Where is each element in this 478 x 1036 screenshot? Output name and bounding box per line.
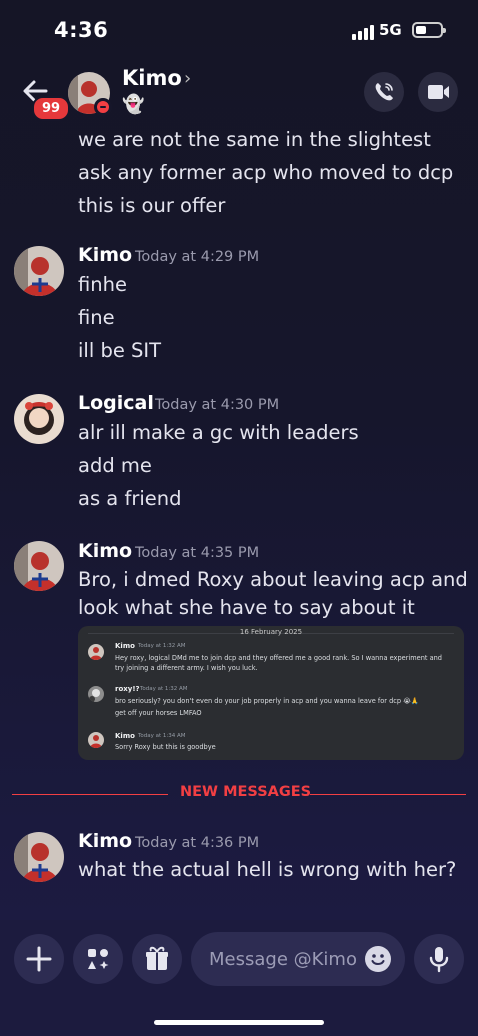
message-line: ill be SIT <box>78 339 162 362</box>
message-author[interactable]: Logical <box>78 392 154 414</box>
embed-timestamp: Today at 1:32 AM <box>140 686 188 692</box>
embed-timestamp: Today at 1:34 AM <box>138 733 186 739</box>
image-attachment[interactable]: 16 February 2025 Kimo Today at 1:32 AM H… <box>78 626 464 760</box>
home-indicator <box>154 1020 324 1025</box>
embed-line: try joining a different army. I wish you… <box>115 664 258 672</box>
embed-author: roxy!? <box>115 685 140 693</box>
chevron-right-icon[interactable]: › <box>184 68 191 89</box>
avatar[interactable] <box>14 246 64 296</box>
apps-icon <box>88 949 109 969</box>
message-timestamp: Today at 4:29 PM <box>135 249 260 265</box>
message-line: alr ill make a gc with leaders <box>78 421 359 444</box>
message-line: what the actual hell is wrong with her? <box>78 858 457 881</box>
new-messages-divider: NEW MESSAGES <box>0 784 478 804</box>
apps-button[interactable] <box>73 934 123 984</box>
avatar <box>88 686 104 702</box>
message-line: add me <box>78 454 152 477</box>
new-messages-label: NEW MESSAGES <box>180 784 312 800</box>
dnd-status-icon <box>94 98 112 116</box>
message-timestamp: Today at 4:30 PM <box>155 397 280 413</box>
message-line: look what she have to say about it <box>78 596 415 619</box>
embed-line: get off your horses LMFAO <box>115 709 202 717</box>
status-bar: 4:36 5G <box>0 0 478 62</box>
phone-icon <box>375 83 393 101</box>
attach-button[interactable] <box>14 934 64 984</box>
embed-date: 16 February 2025 <box>239 628 303 636</box>
embed-author: Kimo <box>115 732 135 740</box>
message-author[interactable]: Kimo <box>78 244 132 266</box>
message-author[interactable]: Kimo <box>78 830 132 852</box>
custom-status: 👻 <box>122 94 145 115</box>
video-call-button[interactable] <box>418 72 458 112</box>
microphone-icon <box>429 947 449 973</box>
avatar <box>88 644 104 660</box>
status-time: 4:36 <box>54 18 109 42</box>
message-line: Bro, i dmed Roxy about leaving acp and <box>78 568 468 591</box>
avatar[interactable] <box>14 394 64 444</box>
embed-line: bro seriously? you don't even do your jo… <box>115 697 420 705</box>
chat-header: 99 Kimo › 👻 <box>0 62 478 128</box>
signal-icon <box>352 24 374 40</box>
plus-icon <box>26 946 52 972</box>
emoji-icon[interactable] <box>365 946 391 972</box>
message-timestamp: Today at 4:36 PM <box>135 835 260 851</box>
message-line: this is our offer <box>78 194 226 217</box>
voice-call-button[interactable] <box>364 72 404 112</box>
gift-icon <box>146 946 168 970</box>
message-line: finhe <box>78 273 127 296</box>
message-author[interactable]: Kimo <box>78 540 132 562</box>
embed-author: Kimo <box>115 642 135 650</box>
embed-line: Hey roxy, logical DMd me to join dcp and… <box>115 654 442 662</box>
unread-badge: 99 <box>32 96 71 121</box>
video-camera-icon <box>428 85 449 99</box>
avatar[interactable] <box>14 832 64 882</box>
message-list[interactable]: we are not the same in the slightest ask… <box>0 128 478 920</box>
message-line: we are not the same in the slightest <box>78 128 431 151</box>
avatar <box>88 732 104 748</box>
message-line: as a friend <box>78 487 182 510</box>
message-composer <box>0 920 478 1036</box>
gift-button[interactable] <box>132 934 182 984</box>
embed-line: Sorry Roxy but this is goodbye <box>115 743 216 751</box>
message-line: ask any former acp who moved to dcp <box>78 161 454 184</box>
voice-message-button[interactable] <box>414 934 464 984</box>
battery-icon <box>412 22 446 38</box>
avatar[interactable] <box>14 541 64 591</box>
network-type: 5G <box>379 21 402 39</box>
message-timestamp: Today at 4:35 PM <box>135 545 260 561</box>
message-line: fine <box>78 306 115 329</box>
contact-name[interactable]: Kimo <box>122 66 182 90</box>
embed-timestamp: Today at 1:32 AM <box>138 643 186 649</box>
